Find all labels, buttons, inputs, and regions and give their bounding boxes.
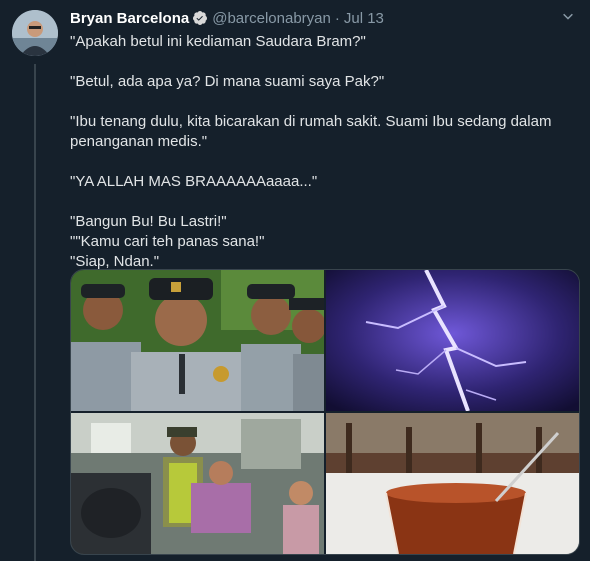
tweet-text: "Apakah betul ini kediaman Saudara Bram?… [70, 32, 570, 272]
tweet-line: "YA ALLAH MAS BRAAAAAAaaaa..." [70, 173, 318, 190]
separator-dot: · [334, 9, 340, 27]
tweet-line: ""Kamu cari teh panas sana!" [70, 233, 265, 250]
hot-tea-photo[interactable] [326, 413, 579, 554]
tweet-header: Bryan Barcelona @barcelonabryan · Jul 13 [70, 8, 580, 28]
display-name[interactable]: Bryan Barcelona [70, 10, 189, 27]
lightning-photo[interactable] [326, 270, 579, 411]
tweet-date[interactable]: Jul 13 [344, 10, 384, 27]
fainted-woman-photo[interactable] [71, 413, 324, 554]
tweet-line: "Apakah betul ini kediaman Saudara Bram?… [70, 33, 366, 50]
media-grid [70, 269, 580, 555]
avatar[interactable] [12, 10, 58, 56]
tweet: Bryan Barcelona @barcelonabryan · Jul 13… [70, 8, 580, 555]
handle[interactable]: @barcelonabryan [212, 10, 331, 27]
chevron-down-icon[interactable] [556, 8, 580, 28]
tweet-line: "Betul, ada apa ya? Di mana suami saya P… [70, 73, 385, 90]
tweet-line: "Ibu tenang dulu, kita bicarakan di ruma… [70, 113, 552, 150]
verified-badge-icon [192, 10, 208, 26]
tweet-line: "Bangun Bu! Bu Lastri!" [70, 213, 227, 230]
thread-line [34, 64, 36, 561]
police-officers-photo[interactable] [71, 270, 324, 411]
